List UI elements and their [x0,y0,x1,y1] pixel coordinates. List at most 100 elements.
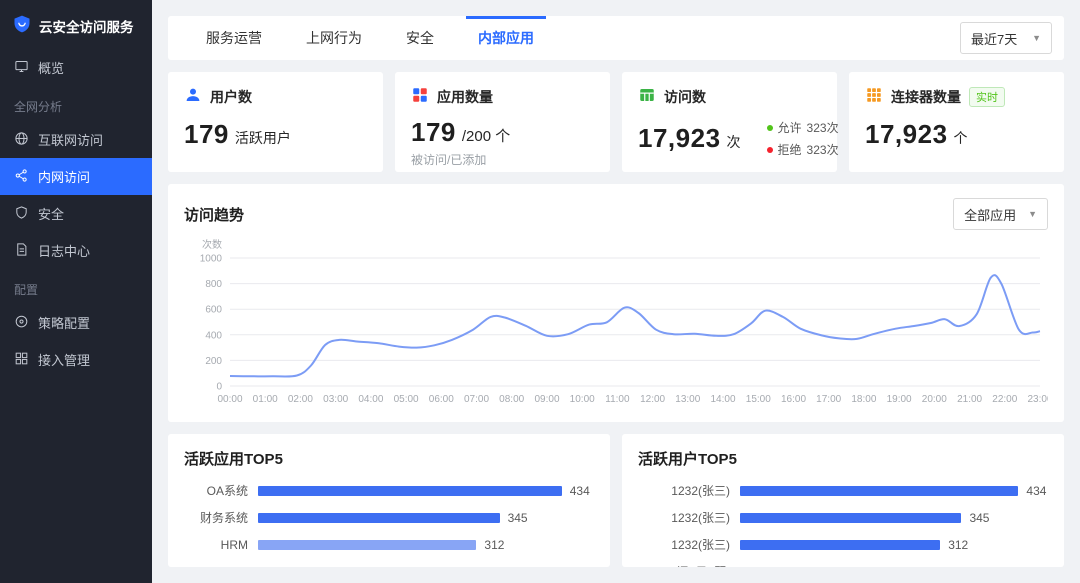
top-apps-panel: 活跃应用TOP5 OA系统434财务系统345HRM312CRM156 [168,434,610,567]
user-icon [184,86,202,107]
x-tick-label: 18:00 [851,394,876,405]
stat-subtext: 被访问/已添加 [411,151,486,168]
network-icon [14,168,29,186]
bar-track: 434 [740,484,1048,498]
y-tick-label: 800 [205,279,222,290]
deny-value: 323次 [807,141,839,158]
bar [258,486,562,496]
deny-label: 拒绝 [778,141,802,158]
x-tick-label: 11:00 [605,394,630,405]
y-tick-label: 200 [205,356,222,367]
tab-security[interactable]: 安全 [384,16,456,60]
sidebar-item-label: 安全 [38,204,64,223]
bar-track: 156 [740,565,1048,568]
stat-card-visits: 访问数 17,923 次 允许 323次 拒绝 323次 [622,72,837,172]
bar-track: 156 [258,565,594,568]
stat-card-users: 用户数 179 活跃用户 [168,72,383,172]
sidebar-nav: 概览 全网分析 互联网访问 内网访问 安全 日志中心 配置 策略配置 接入管理 [0,49,152,378]
bar-track: 312 [258,538,594,552]
sidebar-item-label: 日志中心 [38,241,90,260]
bar-label: HRM [184,538,258,552]
tab-web-behavior[interactable]: 上网行为 [284,16,384,60]
x-tick-label: 05:00 [394,394,419,405]
legend-deny: 拒绝 323次 [767,141,839,158]
x-tick-label: 04:00 [358,394,383,405]
allow-label: 允许 [778,119,802,136]
bar-row: 财务系统345 [184,504,594,531]
allow-dot-icon [767,125,773,131]
bar-value: 312 [948,538,968,552]
y-tick-label: 0 [216,382,222,393]
chevron-down-icon: ▼ [1032,33,1041,43]
x-tick-label: 17:00 [816,394,841,405]
y-tick-label: 400 [205,330,222,341]
main-content: 服务运营 上网行为 安全 内部应用 最近7天 ▼ 用户数 179 活跃用户 [152,0,1080,583]
x-tick-label: 22:00 [992,394,1017,405]
x-tick-label: 02:00 [288,394,313,405]
sidebar-item-label: 概览 [38,58,64,77]
sidebar-item-policy-config[interactable]: 策略配置 [0,304,152,341]
stat-total: /200 个 [462,125,510,146]
x-tick-label: 19:00 [887,394,912,405]
bar-row: 1232(张三)312 [638,531,1048,558]
y-tick-label: 600 [205,305,222,316]
x-tick-label: 01:00 [253,394,278,405]
x-tick-label: 23:00 [1027,394,1048,405]
visits-legend: 允许 323次 拒绝 323次 [767,119,839,158]
date-range-select[interactable]: 最近7天 ▼ [960,22,1052,54]
bar-row: HRM 312 [184,531,594,558]
y-axis-label: 次数 [202,238,222,251]
x-tick-label: 20:00 [922,394,947,405]
top-users-bar-chart: 1232(张三)4341232(张三)3451232(张三)3121232(问3… [638,477,1048,567]
bar [740,567,840,568]
top-apps-bar-chart: OA系统434财务系统345HRM312CRM156 [184,477,594,567]
bar [258,567,367,568]
deny-dot-icon [767,147,773,153]
bar-value: 434 [1026,484,1046,498]
app-title: 云安全访问服务 [39,16,134,36]
bar-row: OA系统434 [184,477,594,504]
sidebar-item-access-management[interactable]: 接入管理 [0,341,152,378]
stat-unit: 活跃用户 [235,128,291,148]
bar-row: 1232(问3日3顾) 156 [638,558,1048,567]
legend-allow: 允许 323次 [767,119,839,136]
sidebar-item-label: 内网访问 [38,167,90,186]
top-apps-title: 活跃应用TOP5 [184,448,283,469]
document-icon [14,242,29,260]
sidebar-item-log-center[interactable]: 日志中心 [0,232,152,269]
stat-unit: 次 [727,132,741,152]
sidebar-item-internet-access[interactable]: 互联网访问 [0,121,152,158]
bar-label: OA系统 [184,482,258,499]
bar-label: 1232(张三) [638,509,740,526]
sidebar-item-intranet-access[interactable]: 内网访问 [0,158,152,195]
sidebar-item-overview[interactable]: 概览 [0,49,152,86]
stat-unit: 个 [954,128,968,148]
bar-row: 1232(张三)345 [638,504,1048,531]
bar-value: 156 [848,565,868,568]
top-users-panel: 活跃用户TOP5 1232(张三)4341232(张三)3451232(张三)3… [622,434,1064,567]
trend-title: 访问趋势 [184,204,244,225]
x-tick-label: 10:00 [570,394,595,405]
trend-line [230,275,1040,376]
stat-title: 应用数量 [437,87,493,107]
bar-label: 1232(问3日3顾) [638,563,740,567]
sidebar-item-security[interactable]: 安全 [0,195,152,232]
y-tick-label: 1000 [200,254,223,265]
bar-track: 434 [258,484,594,498]
app-filter-value: 全部应用 [964,205,1016,224]
stat-title: 访问数 [664,87,706,107]
shield-icon [14,205,29,223]
grid-icon [14,351,29,369]
app-filter-select[interactable]: 全部应用 ▼ [953,198,1048,230]
stat-card-connectors: 连接器数量 实时 17,923 个 [849,72,1064,172]
tabbar-spacer [556,16,960,60]
sidebar-item-label: 接入管理 [38,350,90,369]
x-tick-label: 16:00 [781,394,806,405]
tab-service-operation[interactable]: 服务运营 [184,16,284,60]
x-tick-label: 03:00 [323,394,348,405]
bar-track: 345 [258,511,594,525]
bar-value: 312 [484,538,504,552]
tab-internal-apps[interactable]: 内部应用 [456,16,556,60]
date-range-value: 最近7天 [971,29,1017,48]
bar-label: 财务系统 [184,509,258,526]
